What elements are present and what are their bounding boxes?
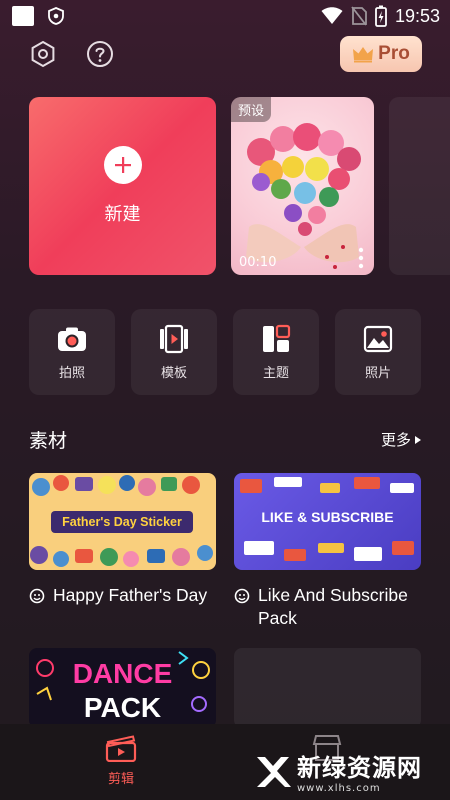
photo-icon [363,325,393,352]
material-thumbnail-placeholder[interactable] [234,648,421,728]
preset-project-card[interactable]: 预设 00:10 [231,97,374,275]
tool-label: 主题 [262,365,289,381]
notification-app-icon [12,6,34,26]
pro-label: Pro [378,43,410,64]
tool-camera[interactable]: 拍照 [29,309,115,395]
shield-icon [48,7,64,25]
watermark-logo [257,757,291,787]
theme-icon [263,324,291,352]
material-banner-text: Father's Day Sticker [62,515,182,529]
preset-tag: 预设 [231,97,272,122]
more-vertical-icon[interactable] [358,247,364,269]
sticker-icon [234,588,250,604]
material-thumbnail-dance-pack[interactable]: DANCE PACK [29,648,216,728]
tool-label: 模板 [160,365,187,381]
preset-duration: 00:10 [239,255,277,270]
more-link[interactable]: 更多 [381,429,422,450]
nav-edit-label: 剪辑 [107,772,134,787]
material-thumbnail-like-subscribe[interactable]: LIKE & SUBSCRIBE [234,473,421,570]
more-label: 更多 [380,431,411,449]
crown-icon [353,47,374,63]
project-card-placeholder[interactable] [389,97,450,275]
template-icon [160,324,188,353]
flower-heart-illustration [246,123,361,269]
tool-template[interactable]: 模板 [131,309,217,395]
material-name: Happy Father's Day [53,585,208,605]
no-sim-icon [351,6,367,26]
pro-upgrade-button[interactable]: Pro [340,36,422,72]
material-name-row[interactable]: Like And Subscribe Pack [234,584,424,630]
help-icon[interactable] [86,40,114,68]
tool-label: 拍照 [58,365,85,381]
materials-title: 素材 [29,430,68,452]
settings-icon[interactable] [29,40,57,68]
new-project-label: 新建 [104,204,141,225]
tool-label: 照片 [364,365,391,381]
new-project-card[interactable]: 新建 [29,97,216,275]
clapperboard-icon [105,735,137,762]
clock: 19:53 [394,5,440,26]
top-bar: Pro [0,36,450,72]
play-arrow-icon [415,435,421,444]
watermark-title: 新绿资源网 [297,754,422,782]
battery-charging-icon [375,5,387,27]
watermark-url: www.xlhs.com [297,783,381,794]
material-banner-text: LIKE & SUBSCRIBE [261,509,394,525]
tool-photo[interactable]: 照片 [335,309,421,395]
material-banner-text: DANCE [72,658,173,689]
nav-edit-tab[interactable]: 剪辑 [92,734,150,787]
tool-theme[interactable]: 主题 [233,309,319,395]
camera-icon [58,327,86,351]
status-bar: 19:53 [0,0,450,32]
material-name-row[interactable]: Happy Father's Day [29,584,209,607]
material-banner-text: PACK [83,692,162,723]
sticker-icon [29,588,45,604]
material-name: Like And Subscribe Pack [258,585,408,628]
watermark: 新绿资源网 www.xlhs.com [255,748,422,794]
plus-icon [103,146,142,184]
material-thumbnail-fathers-day[interactable]: Father's Day Sticker [29,473,216,570]
wifi-icon [321,7,343,24]
